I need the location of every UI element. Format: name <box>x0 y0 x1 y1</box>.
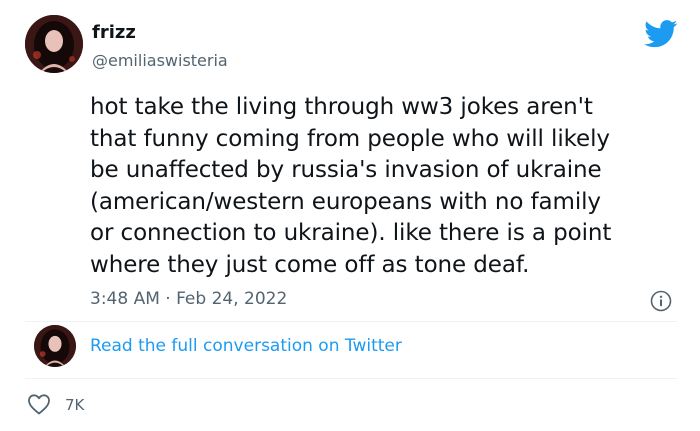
tweet-line: be unaffected by russia's invasion of uk… <box>90 157 602 183</box>
read-conversation-link[interactable]: Read the full conversation on Twitter <box>90 336 402 356</box>
user-handle[interactable]: @emiliaswisteria <box>92 51 228 70</box>
divider <box>25 321 677 322</box>
divider <box>25 378 677 379</box>
avatar-image <box>34 325 76 367</box>
tweet-line: (american/western europeans with no fami… <box>90 188 601 215</box>
heart-outline-icon[interactable] <box>27 393 51 415</box>
tweet-line: where they just come off as tone deaf. <box>90 251 530 278</box>
tweet-line: that funny coming from people who will l… <box>90 125 610 152</box>
display-name[interactable]: frizz <box>92 22 136 43</box>
twitter-bird-icon[interactable] <box>644 20 678 48</box>
avatar-image <box>25 15 83 73</box>
like-count[interactable]: 7K <box>65 396 84 414</box>
avatar[interactable] <box>25 15 83 73</box>
tweet-line: or connection to ukraine). like there is… <box>90 220 612 246</box>
info-icon[interactable] <box>650 290 672 312</box>
tweet-line: hot take the living through ww3 jokes ar… <box>90 94 593 120</box>
avatar-small[interactable] <box>34 325 76 367</box>
tweet-text: hot take the living through ww3 jokes ar… <box>90 92 690 281</box>
tweet-timestamp[interactable]: 3:48 AM · Feb 24, 2022 <box>90 289 287 309</box>
